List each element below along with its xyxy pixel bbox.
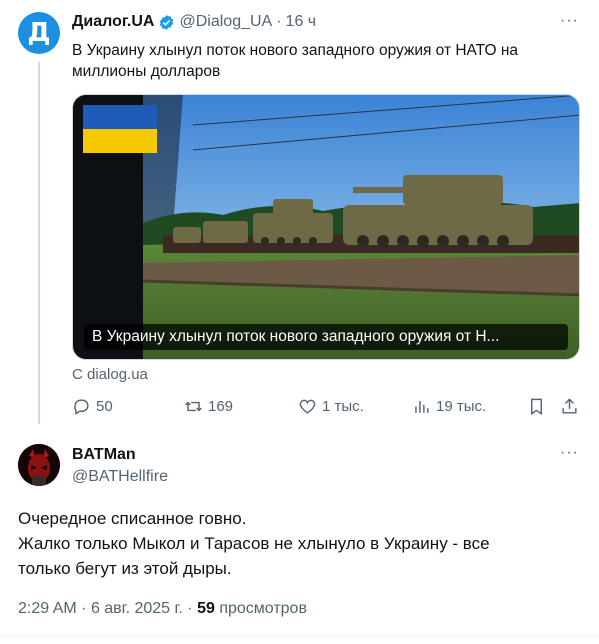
- separator-dot: ·: [81, 600, 87, 617]
- media-caption: В Украину хлынул поток нового западного …: [84, 324, 568, 350]
- reply-text: Очередное списанное говно. Жалко только …: [18, 506, 578, 581]
- tweet-header: Диалог.UA @Dialog_UA · 16 ч: [72, 13, 316, 31]
- reply-text-line: Жалко только Мыкол и Тарасов не хлынуло …: [18, 534, 490, 553]
- repost-count: 169: [208, 398, 234, 415]
- reply-views-label: просмотров: [219, 600, 307, 617]
- reply-author-avatar[interactable]: [18, 444, 60, 486]
- views-button[interactable]: 19 тыс.: [412, 397, 486, 416]
- separator-dot: ·: [187, 600, 193, 617]
- devil-mask-avatar-image: [18, 444, 60, 486]
- reply-text-line: Очередное списанное говно.: [18, 509, 247, 528]
- reply-metadata: 2:29 AM · 6 авг. 2025 г. · 59 просмотров: [18, 600, 307, 618]
- thread-line: [38, 62, 40, 424]
- verified-badge-icon: [160, 14, 174, 30]
- like-button[interactable]: 1 тыс.: [298, 397, 364, 416]
- views-chart-icon: [415, 400, 429, 413]
- share-icon: [562, 398, 577, 414]
- reply-count: 50: [96, 398, 113, 415]
- bookmark-button[interactable]: [527, 397, 546, 416]
- reply-date[interactable]: 6 авг. 2025 г.: [91, 600, 183, 617]
- tweet-actions: 50 169 1 тыс. 19 тыс.: [72, 397, 582, 419]
- heart-icon: [299, 399, 316, 414]
- reply-author-handle[interactable]: @BATHellfire: [72, 468, 168, 486]
- more-options-icon[interactable]: ···: [560, 12, 579, 30]
- author-name[interactable]: Диалог.UA: [72, 13, 154, 31]
- avatar-letter: Д: [27, 18, 51, 48]
- tweet-media-card[interactable]: [72, 94, 580, 360]
- views-count: 19 тыс.: [436, 398, 487, 415]
- like-count: 1 тыс.: [322, 398, 364, 415]
- repost-button[interactable]: 169: [184, 397, 233, 416]
- bookmark-icon: [531, 398, 542, 415]
- divider: [0, 636, 599, 637]
- media-image: [73, 95, 579, 359]
- reply-time[interactable]: 2:29 AM: [18, 600, 77, 617]
- share-button[interactable]: [560, 397, 579, 416]
- reply-views-count: 59: [197, 600, 215, 617]
- author-avatar[interactable]: Д: [18, 12, 60, 54]
- author-handle[interactable]: @Dialog_UA: [179, 13, 272, 31]
- link-source[interactable]: С dialog.ua: [72, 366, 148, 383]
- reply-text-line: только бегут из этой дыры.: [18, 559, 232, 578]
- reply-more-options-icon[interactable]: ···: [560, 444, 579, 462]
- reply-author-name[interactable]: BATMan: [72, 446, 136, 464]
- repost-icon: [185, 401, 202, 412]
- tweet-time[interactable]: 16 ч: [286, 13, 317, 31]
- separator-dot: ·: [276, 13, 282, 30]
- reply-icon: [74, 399, 89, 415]
- tweet-text: В Украину хлынул поток нового западного …: [72, 42, 518, 80]
- reply-button[interactable]: 50: [72, 397, 113, 416]
